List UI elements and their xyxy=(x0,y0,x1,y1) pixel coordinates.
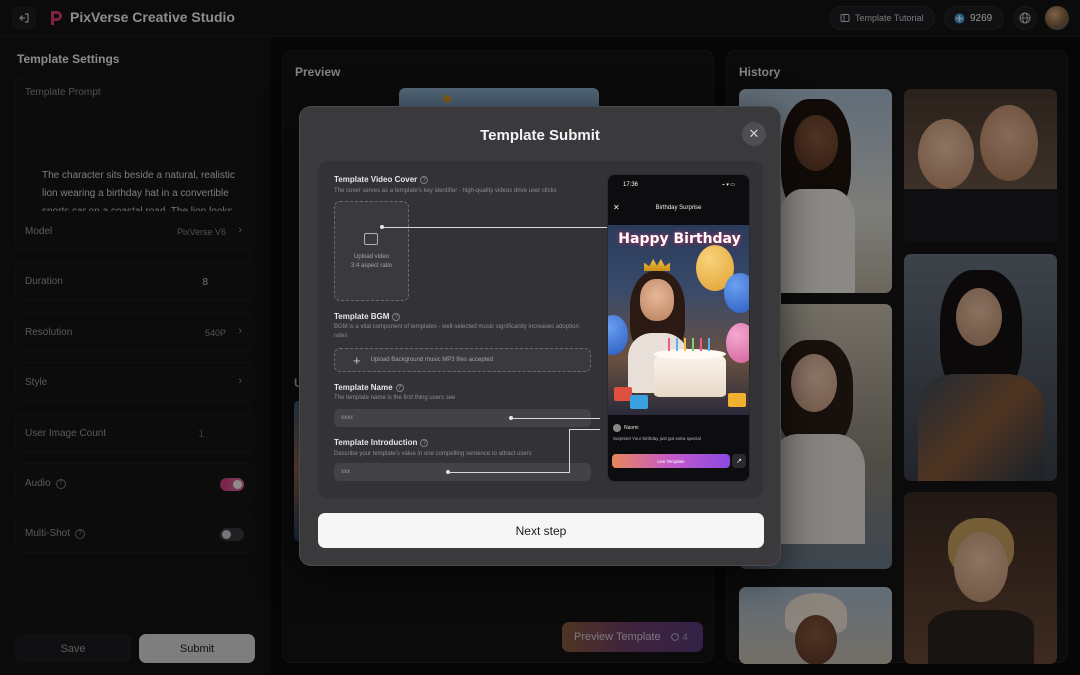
intro-label-wrap: Template Introduction ? xyxy=(334,438,429,447)
bgm-upload-text: Upload Background music MP3 files accept… xyxy=(370,357,493,363)
connector-line xyxy=(511,418,600,419)
bgm-description: BGM is a vital component of templates - … xyxy=(334,324,579,339)
phone-nav-title: Birthday Surprise xyxy=(655,205,702,211)
bgm-label: Template BGM xyxy=(334,312,390,321)
phone-status-icons: ⌁ ▾ ▭ xyxy=(721,182,735,188)
phone-cover-image: Happy Birthday xyxy=(608,225,749,415)
close-icon: ✕ xyxy=(748,126,760,141)
candle xyxy=(684,338,686,351)
upload-text-2: 3:4 aspect ratio xyxy=(350,263,393,269)
close-button[interactable]: ✕ xyxy=(742,122,766,146)
cake-top xyxy=(654,349,726,359)
upload-video-icon xyxy=(364,233,378,245)
name-description: The template name is the first thing use… xyxy=(334,395,456,401)
upload-bgm-box[interactable]: + Upload Background music MP3 files acce… xyxy=(334,348,591,372)
cover-label: Template Video Cover xyxy=(334,175,418,184)
help-icon[interactable]: ? xyxy=(392,312,401,321)
candle xyxy=(700,338,702,351)
connector-line xyxy=(569,429,570,473)
phone-time: 17:36 xyxy=(623,182,639,188)
girl-face xyxy=(640,279,674,321)
name-label-wrap: Template Name ? xyxy=(334,383,404,392)
help-icon[interactable]: ? xyxy=(420,438,429,447)
connector-line xyxy=(569,429,600,430)
phone-username: Naomi xyxy=(624,425,639,431)
upload-video-box[interactable]: Upload video 3:4 aspect ratio xyxy=(334,201,409,301)
balloon xyxy=(608,315,628,355)
phone-use-template-button: Use Template xyxy=(612,454,730,468)
cover-label-wrap: Template Video Cover ? xyxy=(334,175,429,184)
upload-text-1: Upload video xyxy=(353,254,390,260)
modal-title: Template Submit xyxy=(480,127,600,144)
name-label: Template Name xyxy=(334,383,393,392)
modal-form: Template Video Cover ? The cover serves … xyxy=(318,161,763,498)
help-icon[interactable]: ? xyxy=(420,175,429,184)
share-icon: ↗ xyxy=(732,454,746,468)
birthday-cake xyxy=(654,353,726,397)
user-avatar xyxy=(613,424,621,432)
gift-box xyxy=(728,393,746,407)
candle xyxy=(676,338,678,351)
balloon xyxy=(726,323,749,363)
connector-line xyxy=(382,227,607,228)
candle xyxy=(668,338,670,351)
plus-icon: + xyxy=(353,352,361,368)
phone-preview: 17:36 ⌁ ▾ ▭ ✕ Birthday Surprise Happy Bi… xyxy=(607,174,750,482)
bgm-label-wrap: Template BGM ? xyxy=(334,312,401,321)
gift-box xyxy=(630,395,648,409)
intro-description: Describe your template's value in one co… xyxy=(334,451,532,457)
happy-birthday-banner: Happy Birthday xyxy=(618,231,741,247)
template-submit-modal: Template Submit ✕ Template Video Cover ?… xyxy=(299,106,781,566)
phone-caption: Surprise! Your birthday just got extra s… xyxy=(613,436,701,441)
help-icon[interactable]: ? xyxy=(395,383,404,392)
cover-description: The cover serves as a template's key ide… xyxy=(334,188,557,194)
candle xyxy=(708,338,710,351)
intro-label: Template Introduction xyxy=(334,438,418,447)
crown xyxy=(644,259,670,271)
upload-video-text: Upload video 3:4 aspect ratio xyxy=(335,253,408,271)
next-step-button[interactable]: Next step xyxy=(318,513,764,548)
phone-user-row: Naomi xyxy=(613,424,638,432)
candle xyxy=(692,338,694,351)
connector-line xyxy=(448,472,569,473)
balloon xyxy=(724,273,749,313)
